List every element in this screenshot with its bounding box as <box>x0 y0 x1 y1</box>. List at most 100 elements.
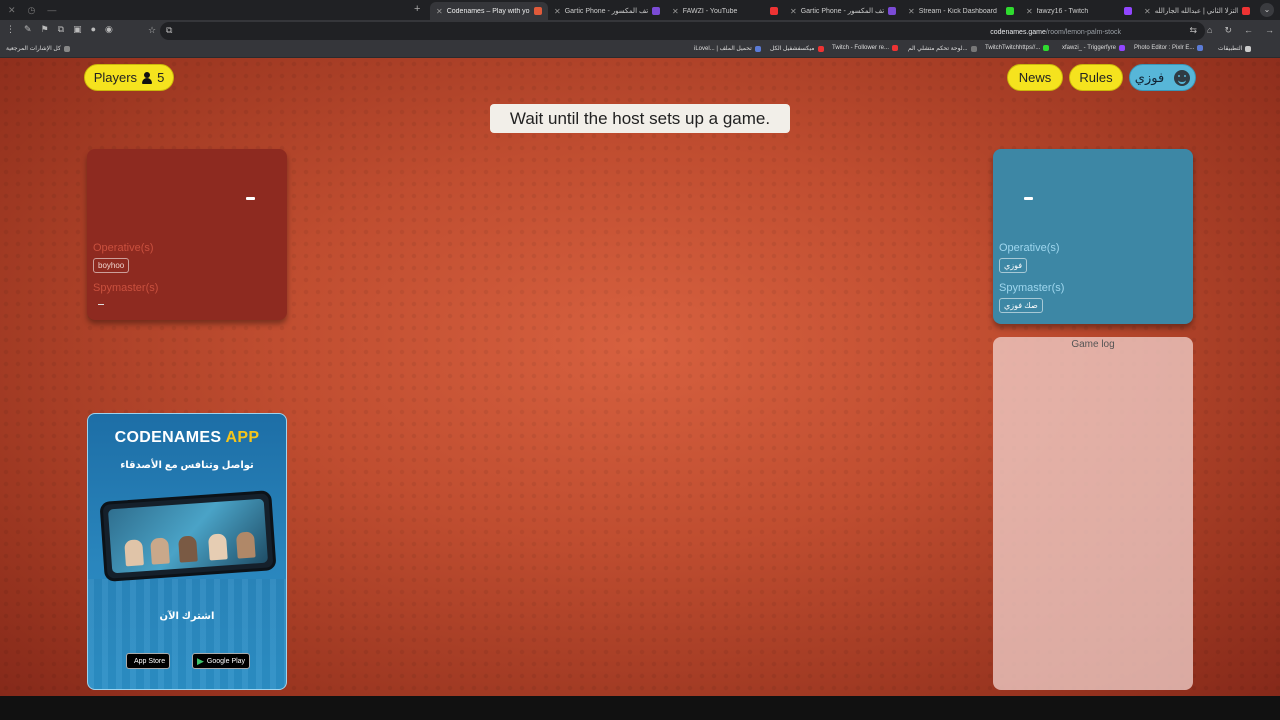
agent-figure <box>124 539 144 567</box>
browser-tab[interactable]: ✕ Stream - Kick Dashboard <box>902 2 1020 20</box>
agent-figure <box>150 537 170 565</box>
codenames-favicon-icon <box>534 7 542 15</box>
extension-icon[interactable]: ◉ <box>105 24 113 35</box>
browser-tab[interactable]: ✕ fawzy16 - Twitch <box>1020 2 1138 20</box>
promo-title-accent: APP <box>225 429 260 446</box>
tab-close-icon[interactable]: ✕ <box>554 7 561 16</box>
news-button[interactable]: News <box>1007 64 1063 91</box>
bookmark-label: iLovel... | تحميل الملف <box>694 46 752 52</box>
gartic-favicon-icon <box>888 7 896 15</box>
tab-title: Stream - Kick Dashboard <box>918 7 997 15</box>
bookmark-item[interactable]: TwitchTwitchhttps//... <box>985 45 1050 51</box>
news-label: News <box>1018 70 1052 85</box>
rules-button[interactable]: Rules <box>1069 64 1123 91</box>
bookmark-item[interactable]: لوحة تحكم متشلي الم... <box>908 45 977 52</box>
google-play-badge[interactable]: ▶ Google Play <box>192 653 251 669</box>
person-icon <box>141 71 153 84</box>
bookmark-label: Photo Editor : Pixlr E... <box>1134 45 1195 51</box>
user-name: فوزي <box>1134 69 1165 85</box>
players-button[interactable]: Players 5 <box>84 64 174 91</box>
bookmark-item[interactable]: xfawzi_ - Triggerfyre <box>1062 45 1126 51</box>
extension-icon[interactable]: ⚑ <box>41 24 49 35</box>
rules-label: Rules <box>1079 70 1113 85</box>
taskbar <box>0 696 1280 720</box>
tab-title: FAWZI - YouTube <box>682 7 738 15</box>
tablet-image <box>99 490 277 582</box>
browser-tab[interactable]: ✕ التزلا الثاني | عبدالله الجارالله <box>1138 2 1256 20</box>
window-controls: ✕ ◷ — <box>0 5 60 16</box>
site-info-icon[interactable]: ⇆ <box>1189 25 1197 36</box>
extension-icon[interactable]: ▣ <box>73 24 82 35</box>
bookmark-item[interactable]: Twitch - Follower re... <box>832 45 899 51</box>
close-icon[interactable]: ✕ <box>8 5 16 16</box>
blue-spymaster-chip[interactable]: صك فوزي <box>999 298 1043 313</box>
bookmark-favicon-icon <box>970 45 977 52</box>
bookmark-item[interactable]: iLovel... | تحميل الملف <box>694 45 761 52</box>
gartic-favicon-icon <box>652 7 660 15</box>
minimize-icon[interactable]: — <box>47 5 56 16</box>
bookmark-label: TwitchTwitchhttps//... <box>985 45 1041 51</box>
extension-icon[interactable]: ● <box>91 24 96 35</box>
tab-close-icon[interactable]: ✕ <box>908 7 915 16</box>
youtube-favicon-icon <box>1242 7 1250 15</box>
red-operatives-heading: Operative(s) <box>93 242 154 254</box>
tune-icon[interactable]: ⧉ <box>166 25 172 36</box>
red-operative-chip[interactable]: boyhoo <box>93 258 130 273</box>
browser-tab[interactable]: ✕Gartic Phone - الهاتف المكسور <box>548 2 666 20</box>
promo-background <box>88 579 286 689</box>
bookmark-item[interactable]: التطبيقات <box>1218 45 1252 52</box>
bookmark-item[interactable]: كل الإشارات المرجعية <box>6 45 70 52</box>
twitch-favicon-icon <box>1124 7 1132 15</box>
smiley-icon <box>1174 69 1191 86</box>
tablet-screen <box>107 498 269 574</box>
omnibox[interactable]: ☆ ⧉ codenames.game/room/lemon-palm-stock… <box>148 22 1205 40</box>
bookmark-label: ميكسفشفيل الكل <box>770 46 815 52</box>
tab-title: التزلا الثاني | عبدالله الجارالله <box>1154 8 1238 15</box>
game-log-title: Game log <box>1071 339 1115 350</box>
user-button[interactable]: فوزي <box>1129 64 1196 91</box>
history-icon[interactable]: ◷ <box>28 5 36 16</box>
browser-tab[interactable]: ✕ FAWZI - YouTube <box>666 2 784 20</box>
app-store-badge[interactable]: App Store <box>126 653 171 669</box>
bookmark-favicon-icon <box>1119 45 1126 51</box>
url-text[interactable]: codenames.game/room/lemon-palm-stock <box>990 29 1121 36</box>
new-tab-icon[interactable]: + <box>414 3 420 15</box>
app-promo-banner[interactable]: CODENAMES APP تواصل وتنافس مع الأصدقاء ا… <box>87 413 287 690</box>
bookmark-favicon-icon <box>892 45 899 51</box>
tab-close-icon[interactable]: ✕ <box>436 7 443 16</box>
reload-icon[interactable]: ↻ <box>1224 25 1232 36</box>
bookmark-favicon-icon <box>754 45 761 52</box>
tab-close-icon[interactable]: ✕ <box>1026 7 1033 16</box>
url-path: /room/lemon-palm-stock <box>1045 29 1121 36</box>
url-host: codenames.game <box>990 29 1046 36</box>
tab-search-icon[interactable]: ⌄ <box>1260 3 1274 17</box>
tab-close-icon[interactable]: ✕ <box>672 7 679 16</box>
bookmark-label: xfawzi_ - Triggerfyre <box>1062 45 1117 51</box>
blue-operative-chip[interactable]: فوزي <box>999 258 1028 273</box>
agent-figure <box>178 535 198 563</box>
bookmark-item[interactable]: Photo Editor : Pixlr E... <box>1134 45 1204 51</box>
game-log-panel[interactable]: Game log <box>993 337 1193 690</box>
red-spymasters-heading: Spymaster(s) <box>93 282 159 294</box>
red-team-panel: Operative(s) boyhoo Spymaster(s) <box>87 149 287 320</box>
tab-close-icon[interactable]: ✕ <box>1144 7 1151 16</box>
promo-subtitle: تواصل وتنافس مع الأصدقاء <box>120 460 254 471</box>
bookmark-item[interactable]: ميكسفشفيل الكل <box>770 45 824 52</box>
extensions-left: ⋮ ✎ ⚑ ⧉ ▣ ● ◉ <box>6 24 113 35</box>
browser-tab[interactable]: ✕Gartic Phone - الهاتف المكسور <box>784 2 902 20</box>
bookmark-favicon-icon <box>1043 45 1050 51</box>
star-icon[interactable]: ☆ <box>148 25 156 36</box>
bookmark-label: كل الإشارات المرجعية <box>6 46 61 52</box>
tab-close-icon[interactable]: ✕ <box>790 7 797 16</box>
home-icon[interactable]: ⌂ <box>1207 25 1212 36</box>
forward-icon[interactable]: ← <box>1244 25 1253 36</box>
bookmark-favicon-icon <box>63 45 70 52</box>
agent-figure <box>207 533 228 561</box>
bookmark-label: لوحة تحكم متشلي الم... <box>908 46 968 52</box>
browser-tab[interactable]: ✕Codenames – Play with your Fr... <box>430 2 548 20</box>
menu-dots-icon[interactable]: ⋮ <box>6 24 15 35</box>
extension-icon[interactable]: ✎ <box>24 24 32 35</box>
promo-cta: اشترك الآن <box>159 611 215 622</box>
extension-icon[interactable]: ⧉ <box>58 24 64 35</box>
back-icon[interactable]: → <box>1265 25 1274 36</box>
